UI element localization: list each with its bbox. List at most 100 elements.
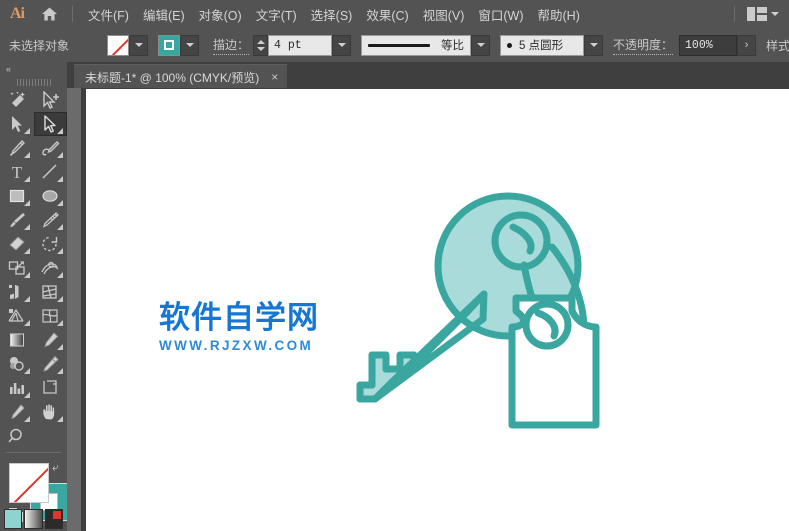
tool-group-indicator xyxy=(57,200,63,206)
opacity-label[interactable]: 不透明度： xyxy=(613,36,674,55)
tool-group-indicator xyxy=(57,320,63,326)
eyedropper-tool[interactable] xyxy=(34,328,68,352)
stroke-profile-select[interactable]: 等比 xyxy=(361,34,472,56)
artboard[interactable]: 软件自学网 WWW.RJZXW.COM xyxy=(86,89,789,531)
stroke-weight-dropdown-button[interactable] xyxy=(332,34,352,56)
selection-status-label: 未选择对象 xyxy=(9,38,70,53)
width-tool[interactable] xyxy=(34,256,68,280)
eraser-tool[interactable] xyxy=(0,232,34,256)
stroke-weight-stepper[interactable] xyxy=(253,34,269,56)
type-tool[interactable]: T xyxy=(0,160,34,184)
magic-wand-tool[interactable] xyxy=(0,88,34,112)
artboard-tool[interactable] xyxy=(34,376,68,400)
tool-group-indicator xyxy=(23,272,30,278)
menu-select[interactable]: 选择(S) xyxy=(304,2,360,27)
stroke-profile-preview xyxy=(368,43,431,47)
paintbrush-tool[interactable] xyxy=(0,208,34,232)
curvature-tool[interactable] xyxy=(34,136,68,160)
gradient-mode-button[interactable] xyxy=(24,509,43,529)
stroke-weight-label[interactable]: 描边： xyxy=(213,36,250,55)
brush-definition-select[interactable]: 5 点圆形 xyxy=(500,34,585,56)
tools-panel-grip[interactable] xyxy=(0,76,67,88)
document-tab[interactable]: 未标题-1* @ 100% (CMYK/预览) × xyxy=(74,64,288,89)
tool-group-indicator xyxy=(57,176,63,182)
style-label: 样式： xyxy=(766,38,789,53)
gradient-tool[interactable] xyxy=(0,328,34,352)
zoom-tool[interactable] xyxy=(0,424,34,448)
swap-fill-stroke-icon[interactable]: ⤶ xyxy=(52,460,59,475)
control-bar: 未选择对象 描边： 4 pt 等比 5 点圆形 不透明度： 100% › 样式 xyxy=(0,28,789,63)
blob-brush-tool[interactable] xyxy=(34,208,68,232)
fill-dropdown-button[interactable] xyxy=(129,34,148,56)
stroke-weight-input[interactable]: 4 pt xyxy=(268,34,333,56)
watermark-url: WWW.RJZXW.COM xyxy=(159,338,314,353)
blend-tool[interactable] xyxy=(0,352,34,376)
menu-file[interactable]: 文件(F) xyxy=(81,2,136,27)
selection-tool[interactable] xyxy=(0,112,34,136)
direct-selection-tool[interactable] xyxy=(33,112,67,136)
tool-group-indicator xyxy=(57,368,63,374)
tools-grid: T xyxy=(0,88,67,448)
shape-builder-tool[interactable] xyxy=(34,280,68,304)
stroke-swatch[interactable] xyxy=(158,34,180,56)
ellipse-tool[interactable] xyxy=(34,184,68,208)
stroke-profile-dropdown-button[interactable] xyxy=(471,34,491,56)
free-transform-tool[interactable] xyxy=(0,280,34,304)
fill-swatch-large[interactable] xyxy=(9,463,49,503)
tool-group-indicator xyxy=(57,224,63,230)
tools-panel: « T ⤶ xyxy=(0,62,68,531)
mesh-tool[interactable] xyxy=(34,304,68,328)
stroke-dropdown-button[interactable] xyxy=(180,34,199,56)
menu-view[interactable]: 视图(V) xyxy=(416,2,472,27)
none-mode-button[interactable] xyxy=(44,509,63,529)
menu-edit[interactable]: 编辑(E) xyxy=(136,2,192,27)
tool-group-indicator xyxy=(23,248,30,254)
menu-help[interactable]: 帮助(H) xyxy=(531,2,587,27)
rectangle-tool[interactable] xyxy=(0,184,34,208)
tool-group-indicator xyxy=(57,296,63,302)
add-anchor-point-tool[interactable] xyxy=(34,88,68,112)
tool-group-indicator xyxy=(23,176,30,182)
menu-effect[interactable]: 效果(C) xyxy=(359,2,415,27)
brush-definition-label: 5 点圆形 xyxy=(519,40,564,52)
opacity-input[interactable]: 100% xyxy=(679,34,738,56)
fill-swatch[interactable] xyxy=(107,34,129,56)
opacity-panel-button[interactable]: › xyxy=(737,34,757,56)
color-mode-bar xyxy=(0,509,67,531)
tool-group-indicator xyxy=(23,200,30,206)
canvas-area[interactable]: 软件自学网 WWW.RJZXW.COM xyxy=(67,88,789,531)
pen-tool[interactable] xyxy=(0,136,34,160)
brush-definition-dropdown-button[interactable] xyxy=(584,34,604,56)
tool-group-indicator xyxy=(23,416,30,422)
menu-object[interactable]: 对象(O) xyxy=(192,2,249,27)
scale-tool[interactable] xyxy=(0,256,34,280)
hand-tool[interactable] xyxy=(34,400,68,424)
menu-divider-right xyxy=(734,6,735,22)
opacity-group: 100% › xyxy=(679,34,757,56)
tool-group-indicator xyxy=(23,296,30,302)
tool-group-indicator xyxy=(57,248,63,254)
chevron-down-icon xyxy=(771,12,779,16)
tool-group-indicator xyxy=(23,152,30,158)
chevron-down-icon xyxy=(337,43,346,47)
arrange-documents-icon[interactable] xyxy=(743,5,783,23)
tool-group-indicator xyxy=(23,392,30,398)
menu-window[interactable]: 窗口(W) xyxy=(471,2,530,27)
perspective-grid-tool[interactable] xyxy=(0,304,34,328)
chevron-down-icon xyxy=(134,43,143,47)
slice-tool[interactable] xyxy=(0,400,34,424)
home-icon[interactable] xyxy=(34,0,64,28)
line-segment-tool[interactable] xyxy=(34,160,68,184)
collapse-panel-button[interactable]: « xyxy=(0,62,67,76)
menu-type[interactable]: 文字(T) xyxy=(249,2,304,27)
watermark-title: 软件自学网 xyxy=(159,300,319,336)
column-graph-tool[interactable] xyxy=(0,376,34,400)
measure-tool[interactable] xyxy=(34,352,68,376)
tool-group-indicator xyxy=(57,416,63,422)
close-icon[interactable]: × xyxy=(271,71,278,83)
color-mode-button[interactable] xyxy=(4,509,23,529)
tool-group-indicator xyxy=(23,128,30,134)
key-with-tag-illustration[interactable] xyxy=(356,189,616,439)
chevron-down-icon xyxy=(185,43,194,47)
rotate-tool[interactable] xyxy=(34,232,68,256)
